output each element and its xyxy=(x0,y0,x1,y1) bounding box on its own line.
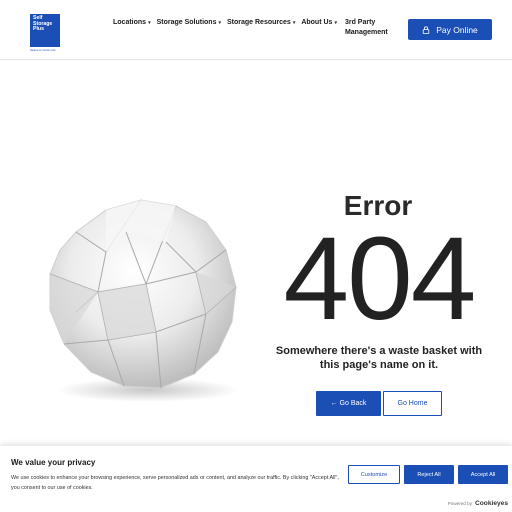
self-storage-plus-logo[interactable]: Self Storage Plus Space to Grow Life xyxy=(30,14,60,52)
nav-item-3rd-party-management[interactable]: 3rd Party Management xyxy=(345,18,388,38)
crumpled-paper-ball-image xyxy=(49,199,240,402)
nav-label-line-2: Management xyxy=(344,28,388,36)
nav-label: Storage Solutions xyxy=(156,19,217,26)
nav-item-storage-resources[interactable]: Storage Resources ▾ xyxy=(227,19,295,38)
pay-online-button[interactable]: Pay Online xyxy=(408,19,492,40)
nav-item-storage-solutions[interactable]: Storage Solutions ▾ xyxy=(157,19,221,38)
cookie-title: We value your privacy xyxy=(11,458,96,467)
nav-label: Storage Resources xyxy=(227,19,291,26)
reject-all-button[interactable]: Reject All xyxy=(404,465,454,484)
chevron-down-icon: ▾ xyxy=(148,20,151,26)
go-home-button[interactable]: Go Home xyxy=(383,391,442,416)
nav-item-locations[interactable]: Locations ▾ xyxy=(113,19,151,38)
chevron-down-icon: ▾ xyxy=(334,20,337,26)
cookie-consent-banner: We value your privacy We use cookies to … xyxy=(0,446,512,512)
chevron-down-icon: ▾ xyxy=(218,20,221,26)
powered-by: Powered by Cookieyes xyxy=(448,500,508,507)
pay-online-label: Pay Online xyxy=(436,24,478,35)
nav-label: About Us xyxy=(301,19,333,26)
nav-item-about-us[interactable]: About Us ▾ xyxy=(301,19,337,38)
logo-tagline: Space to Grow Life xyxy=(30,48,56,52)
error-code: 404 xyxy=(283,213,477,345)
accept-all-button[interactable]: Accept All xyxy=(458,465,508,484)
go-back-button[interactable]: ← Go Back xyxy=(316,391,381,416)
main-nav: Locations ▾ Storage Solutions ▾ Storage … xyxy=(113,19,394,38)
nav-label: Locations xyxy=(113,19,147,26)
logo-line-3: Plus xyxy=(33,26,44,33)
site-header: Self Storage Plus Space to Grow Life Loc… xyxy=(0,0,512,60)
customize-button[interactable]: Customize xyxy=(348,465,400,484)
powered-by-label: Powered by xyxy=(447,501,472,506)
nav-label-line-1: 3rd Party xyxy=(344,18,376,26)
cookieyes-brand[interactable]: Cookieyes xyxy=(475,500,508,507)
lock-icon xyxy=(423,25,430,34)
chevron-down-icon: ▾ xyxy=(292,20,296,26)
cookie-description: We use cookies to enhance your browsing … xyxy=(11,475,339,491)
error-message: Somewhere there's a waste basket with th… xyxy=(275,345,483,371)
